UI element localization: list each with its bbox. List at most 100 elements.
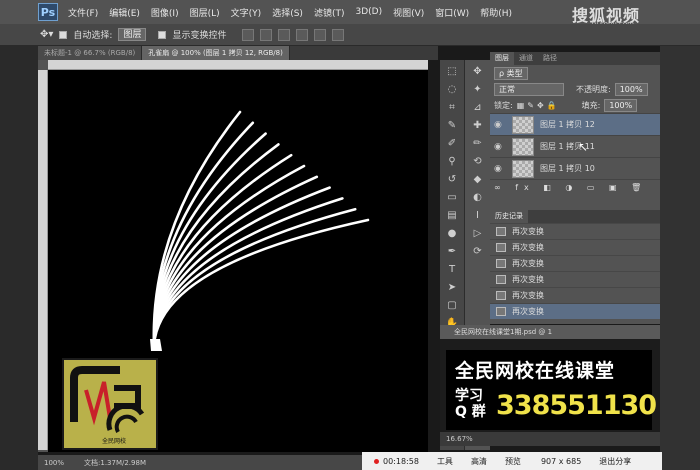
align-middle-button[interactable] xyxy=(260,28,273,41)
lock-row: 锁定: ▦✎✥🔒 填充: 100% xyxy=(490,97,660,113)
opacity-label: 不透明度: xyxy=(576,84,611,94)
auto-select-checkbox[interactable] xyxy=(59,30,68,39)
gradient-tool-icon[interactable]: ▤ xyxy=(446,209,459,222)
secondary-status-bar: 16.67% xyxy=(440,432,660,446)
menu-window[interactable]: 窗口(W) xyxy=(435,6,469,19)
crop-tool-icon[interactable]: ⌗ xyxy=(446,101,459,114)
lasso-tool-icon[interactable]: ◌ xyxy=(446,83,459,96)
resolution-label: 907 x 685 xyxy=(540,456,582,466)
align-top-button[interactable] xyxy=(242,28,255,41)
fill-input[interactable]: 100% xyxy=(604,98,638,112)
history-item-label: 再次变换 xyxy=(512,275,544,284)
tab-layers[interactable]: 图层 xyxy=(490,52,514,65)
align-left-button[interactable] xyxy=(296,28,309,41)
brush-tool-icon[interactable]: ✐ xyxy=(446,137,459,150)
visibility-eye-icon[interactable]: ◉ xyxy=(494,164,506,174)
move-tool-icon[interactable]: ✥▾ xyxy=(40,29,53,40)
zoom-level[interactable]: 100% xyxy=(44,459,64,467)
history-item[interactable]: 再次变换 xyxy=(490,255,660,271)
menu-3d[interactable]: 3D(D) xyxy=(355,7,382,17)
menu-edit[interactable]: 编辑(E) xyxy=(109,6,140,19)
align-center-button[interactable] xyxy=(314,28,327,41)
preview-button[interactable]: 预览 xyxy=(505,456,521,467)
tab-untitled[interactable]: 未标题-1 @ 66.7% (RGB/8) xyxy=(38,46,143,60)
ruler-horizontal[interactable] xyxy=(48,60,428,70)
blend-mode-dropdown[interactable]: 正常 xyxy=(494,82,564,96)
dodge-tool-icon[interactable]: ● xyxy=(446,227,459,240)
exit-share-button[interactable]: 退出分享 xyxy=(599,456,631,467)
tools-button[interactable]: 工具 xyxy=(437,456,453,467)
tab-history[interactable]: 历史记录 xyxy=(490,210,528,223)
eraser-tool-icon[interactable]: ▭ xyxy=(446,191,459,204)
align-bottom-button[interactable] xyxy=(278,28,291,41)
fan-handle xyxy=(150,339,162,351)
layer-actions-icons[interactable]: ∞ fx ◧ ◑ ▭ ▣ 🗑 xyxy=(494,183,647,192)
menu-file[interactable]: 文件(F) xyxy=(68,6,98,19)
history-item[interactable]: 再次变换 xyxy=(490,223,660,239)
menu-image[interactable]: 图像(I) xyxy=(151,6,179,19)
layer-filter-dropdown[interactable]: ρ 类型 xyxy=(494,66,528,80)
menu-help[interactable]: 帮助(H) xyxy=(480,6,512,19)
show-transform-checkbox[interactable] xyxy=(158,30,167,39)
menu-filter[interactable]: 滤镜(T) xyxy=(314,6,345,19)
magic-wand-icon[interactable]: ✦ xyxy=(471,83,484,96)
history-item[interactable]: 再次变换 xyxy=(490,271,660,287)
path-select-icon[interactable]: ➤ xyxy=(446,281,459,294)
menu-select[interactable]: 选择(S) xyxy=(272,6,303,19)
healing-tool-icon[interactable]: ✚ xyxy=(471,119,484,132)
type-tool-icon[interactable]: T xyxy=(446,263,459,276)
history-step-icon xyxy=(496,291,506,300)
layer-row[interactable]: ◉ 图层 1 拷贝 10 xyxy=(490,157,660,179)
direct-select-icon[interactable]: ▷ xyxy=(471,227,484,240)
layers-panel-tabs: 图层 通道 路径 xyxy=(490,52,660,65)
history-item[interactable]: 再次变换 xyxy=(490,287,660,303)
auto-select-label: 自动选择: xyxy=(73,31,113,41)
quality-button[interactable]: 高清 xyxy=(471,456,487,467)
banner-headline: 全民网校在线课堂 xyxy=(455,360,616,382)
eyedropper-tool-icon[interactable]: ✎ xyxy=(446,119,459,132)
layer-filter-row: ρ 类型 xyxy=(490,65,660,81)
menu-type[interactable]: 文字(Y) xyxy=(231,6,262,19)
marquee-tool-icon[interactable]: ⬚ xyxy=(446,65,459,78)
art-history-icon[interactable]: ⟲ xyxy=(471,155,484,168)
layer-thumbnail xyxy=(512,159,534,178)
visibility-eye-icon[interactable]: ◉ xyxy=(494,120,506,130)
fill-tool-icon[interactable]: ◆ xyxy=(471,173,484,186)
shape-tool-icon[interactable]: ▢ xyxy=(446,299,459,312)
stamp-tool-icon[interactable]: ⚲ xyxy=(446,155,459,168)
secondary-zoom[interactable]: 16.67% xyxy=(446,435,473,443)
layers-panel: 图层 通道 路径 ρ 类型 正常 不透明度: 100% 锁定: ▦✎✥🔒 填充:… xyxy=(490,52,660,210)
tab-paths[interactable]: 路径 xyxy=(538,52,562,65)
history-item[interactable]: 再次变换 xyxy=(490,239,660,255)
blur-tool-icon[interactable]: ◐ xyxy=(471,191,484,204)
layer-row[interactable]: ◉ 图层 1 拷贝 11 xyxy=(490,135,660,157)
fill-label: 填充: xyxy=(581,100,601,110)
tab-channels[interactable]: 通道 xyxy=(514,52,538,65)
pen-tool-icon[interactable]: ✒ xyxy=(446,245,459,258)
menu-layer[interactable]: 图层(L) xyxy=(190,6,220,19)
tab-peacock-fan[interactable]: 孔雀扇 @ 100% (图层 1 拷贝 12, RGB/8) xyxy=(142,46,290,60)
history-step-icon xyxy=(496,243,506,252)
lock-icons[interactable]: ▦✎✥🔒 xyxy=(517,101,560,110)
rotate-view-icon[interactable]: ⟳ xyxy=(471,245,484,258)
opacity-input[interactable]: 100% xyxy=(614,82,648,96)
align-right-button[interactable] xyxy=(332,28,345,41)
move-tool-icon-2[interactable]: ✥ xyxy=(471,65,484,78)
pencil-tool-icon[interactable]: ✏ xyxy=(471,137,484,150)
history-item-current[interactable]: 再次变换 xyxy=(490,303,660,319)
vertical-type-icon[interactable]: Ⅰ xyxy=(471,209,484,222)
history-item-label: 再次变换 xyxy=(512,227,544,236)
doc-size[interactable]: 文档:1.37M/2.98M xyxy=(84,458,146,468)
ruler-vertical[interactable] xyxy=(38,70,48,450)
history-panel: 历史记录 再次变换 再次变换 再次变换 再次变换 再次变换 再次变换 xyxy=(490,210,660,324)
fan-strand xyxy=(152,121,255,347)
history-item-label: 再次变换 xyxy=(512,291,544,300)
screen-share-bar: 00:18:58 工具 高清 预览 907 x 685 退出分享 xyxy=(362,452,662,470)
visibility-eye-icon[interactable]: ◉ xyxy=(494,142,506,152)
ruler-tool-icon[interactable]: ⊿ xyxy=(471,101,484,114)
menu-view[interactable]: 视图(V) xyxy=(393,6,424,19)
layer-row[interactable]: ◉ 图层 1 拷贝 12 xyxy=(490,113,660,135)
secondary-window-title[interactable]: 全民网校在线课堂1期.psd @ 1 xyxy=(440,325,660,339)
history-brush-icon[interactable]: ↺ xyxy=(446,173,459,186)
auto-select-dropdown[interactable]: 图层 xyxy=(118,28,147,41)
